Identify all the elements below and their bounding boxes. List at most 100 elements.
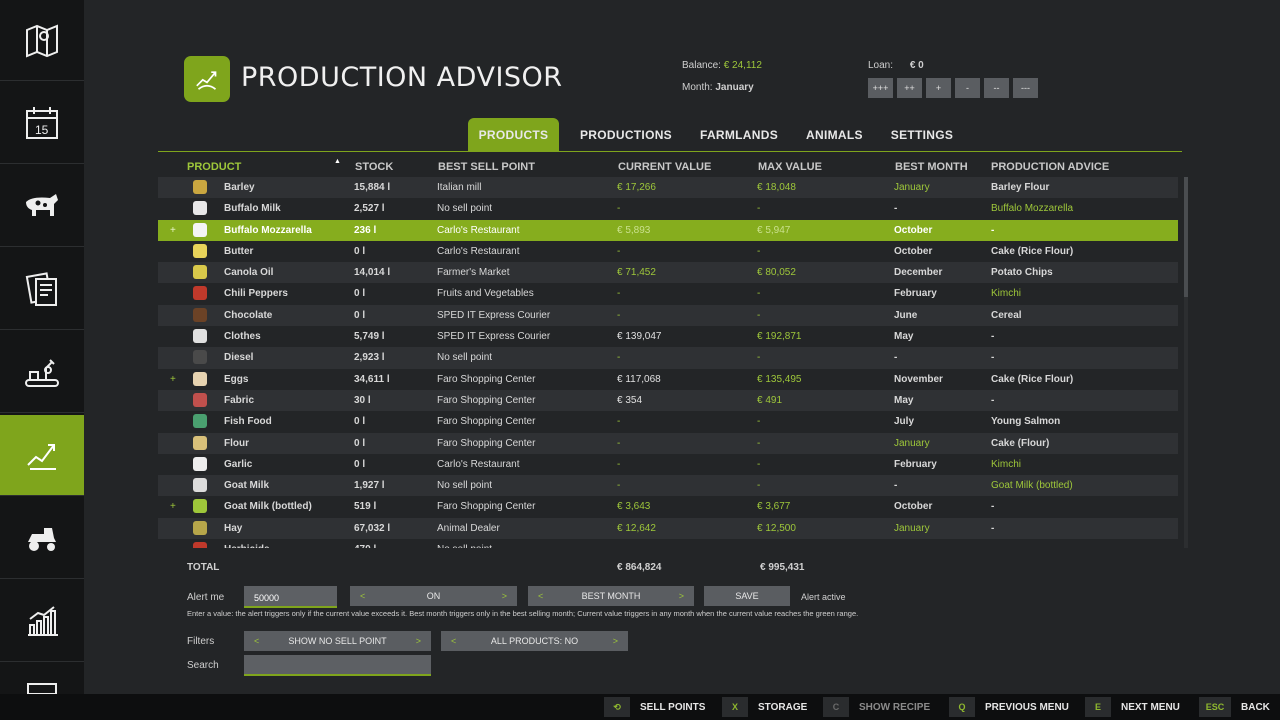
chevron-right-icon[interactable]: > — [416, 636, 421, 646]
best-month: January — [894, 522, 930, 534]
table-row[interactable]: Clothes 5,749 l SPED IT Express Courier € 1… — [158, 326, 1178, 347]
table-row[interactable]: Fish Food 0 l Faro Shopping Center - - July Yo… — [158, 411, 1178, 432]
animals-icon[interactable] — [0, 166, 84, 247]
column-stock[interactable]: STOCK — [355, 161, 393, 173]
table-row[interactable]: Buffalo Milk 2,527 l No sell point - - - Buffa… — [158, 198, 1178, 219]
tab-animals[interactable]: ANIMALS — [792, 118, 877, 152]
production-advice: Cake (Rice Flour) — [991, 373, 1074, 385]
loan-button-plus3[interactable]: +++ — [868, 78, 893, 98]
save-button[interactable]: SAVE — [704, 586, 790, 606]
calendar-icon[interactable]: 15 — [0, 83, 84, 164]
tab-products[interactable]: PRODUCTS — [468, 118, 559, 152]
chevron-right-icon[interactable]: > — [679, 591, 684, 601]
table-row[interactable]: Diesel 2,923 l No sell point - - - - — [158, 347, 1178, 369]
table-row[interactable]: + Buffalo Mozzarella 236 l Carlo's Restaura… — [158, 219, 1178, 241]
product-icon — [193, 265, 207, 280]
show-recipe-button[interactable]: C SHOW RECIPE — [823, 696, 930, 718]
best-month: October — [894, 501, 933, 513]
table-row[interactable]: Butter 0 l Carlo's Restaurant - - October Cake… — [158, 241, 1178, 262]
tab-farmlands[interactable]: FARMLANDS — [686, 118, 792, 152]
sell-point-filter-selector[interactable]: < SHOW NO SELL POINT > — [244, 631, 431, 651]
previous-menu-key: Q — [949, 697, 975, 717]
loan-button-minus3[interactable]: --- — [1013, 78, 1038, 98]
products-filter-selector[interactable]: < ALL PRODUCTS: NO > — [441, 631, 628, 651]
column-max-value[interactable]: MAX VALUE — [758, 161, 822, 173]
chevron-right-icon[interactable]: > — [502, 591, 507, 601]
table-row[interactable]: Chili Peppers 0 l Fruits and Vegetables - - F… — [158, 283, 1178, 304]
alert-toggle-selector[interactable]: < ON > — [350, 586, 517, 606]
loan-button-minus1[interactable]: - — [955, 78, 980, 98]
alert-mode-value: BEST MONTH — [581, 591, 641, 601]
table-scrollbar[interactable] — [1184, 177, 1188, 548]
column-production-advice[interactable]: PRODUCTION ADVICE — [991, 161, 1109, 173]
table-row[interactable]: Fabric 30 l Faro Shopping Center € 354 € 491… — [158, 389, 1178, 412]
max-value: € 491 — [757, 394, 783, 406]
loan-button-plus2[interactable]: ++ — [897, 78, 922, 98]
statistics-icon[interactable] — [0, 581, 84, 662]
alert-value-input[interactable]: 50000 — [244, 586, 337, 608]
storage-button[interactable]: X STORAGE — [722, 696, 807, 718]
contracts-icon[interactable] — [0, 249, 84, 330]
column-best-sell-point[interactable]: BEST SELL POINT — [438, 161, 535, 173]
production-advice: - — [991, 394, 995, 406]
column-current-value[interactable]: CURRENT VALUE — [618, 161, 711, 173]
loan-button-plus1[interactable]: + — [926, 78, 951, 98]
column-product[interactable]: PRODUCT — [187, 161, 241, 173]
stock-value: 0 l — [354, 458, 366, 470]
table-row[interactable]: Canola Oil 14,014 l Farmer's Market € 71,45… — [158, 262, 1178, 284]
alert-mode-selector[interactable]: < BEST MONTH > — [528, 586, 694, 606]
table-row[interactable]: Hay 67,032 l Animal Dealer € 12,642 € 12,500… — [158, 517, 1178, 540]
current-value: € 139,047 — [617, 331, 662, 343]
production-advice: Kimchi — [991, 288, 1022, 300]
max-value: - — [757, 480, 761, 492]
table-row[interactable]: + Goat Milk (bottled) 519 l Faro Shopping C… — [158, 496, 1178, 517]
search-input[interactable] — [244, 655, 431, 676]
expand-icon[interactable]: + — [170, 374, 176, 385]
product-name: Diesel — [224, 352, 254, 364]
footer-bar: ⟲ SELL POINTS X STORAGE C SHOW RECIPE Q … — [0, 694, 1280, 720]
max-value: - — [757, 352, 761, 364]
expand-icon[interactable]: + — [170, 501, 176, 512]
table-row[interactable]: Flour 0 l Faro Shopping Center - - January Cak… — [158, 432, 1178, 454]
table-row[interactable]: Barley 15,884 l Italian mill € 17,266 € 18,0… — [158, 177, 1178, 199]
product-name: Chocolate — [224, 309, 273, 321]
best-sell-point: Faro Shopping Center — [437, 394, 536, 406]
product-icon — [193, 499, 207, 514]
table-row[interactable]: + Eggs 34,611 l Faro Shopping Center € 117,0… — [158, 369, 1178, 390]
loan-button-minus2[interactable]: -- — [984, 78, 1009, 98]
tab-productions[interactable]: PRODUCTIONS — [566, 118, 686, 152]
stock-value: 0 l — [354, 437, 366, 449]
production-icon[interactable] — [0, 332, 84, 413]
sort-ascending-icon[interactable]: ▲ — [334, 158, 341, 165]
chevron-left-icon[interactable]: < — [451, 636, 456, 646]
tab-settings[interactable]: SETTINGS — [877, 118, 967, 152]
product-name: Buffalo Milk — [224, 203, 281, 215]
sell-points-button[interactable]: ⟲ SELL POINTS — [604, 696, 705, 718]
best-sell-point: No sell point — [437, 203, 493, 215]
expand-icon[interactable]: + — [170, 225, 176, 236]
back-button[interactable]: ESC BACK — [1199, 696, 1270, 718]
more-icon[interactable] — [0, 664, 84, 694]
max-value: € 12,500 — [757, 522, 796, 534]
show-recipe-label: SHOW RECIPE — [859, 701, 931, 713]
table-row[interactable]: Goat Milk 1,927 l No sell point - - - Goat Mil… — [158, 475, 1178, 497]
column-best-month[interactable]: BEST MONTH — [895, 161, 968, 173]
next-menu-button[interactable]: E NEXT MENU — [1085, 696, 1180, 718]
chevron-left-icon[interactable]: < — [254, 636, 259, 646]
production-advisor-icon[interactable] — [0, 415, 92, 496]
production-advice: Cereal — [991, 309, 1022, 321]
previous-menu-button[interactable]: Q PREVIOUS MENU — [949, 696, 1069, 718]
back-label: BACK — [1241, 701, 1270, 713]
table-row[interactable]: Chocolate 0 l SPED IT Express Courier - - Jun… — [158, 304, 1178, 327]
best-sell-point: No sell point — [437, 544, 492, 548]
map-icon[interactable] — [0, 0, 84, 81]
chevron-left-icon[interactable]: < — [538, 591, 543, 601]
table-row[interactable]: Herbicide 470 l No sell point - - - - — [158, 539, 1178, 548]
scrollbar-thumb[interactable] — [1184, 177, 1188, 297]
chevron-right-icon[interactable]: > — [613, 636, 618, 646]
vehicles-icon[interactable] — [0, 498, 84, 579]
product-name: Flour — [224, 437, 249, 449]
table-row[interactable]: Garlic 0 l Carlo's Restaurant - - February Kim… — [158, 454, 1178, 475]
best-month: October — [894, 245, 933, 257]
chevron-left-icon[interactable]: < — [360, 591, 365, 601]
